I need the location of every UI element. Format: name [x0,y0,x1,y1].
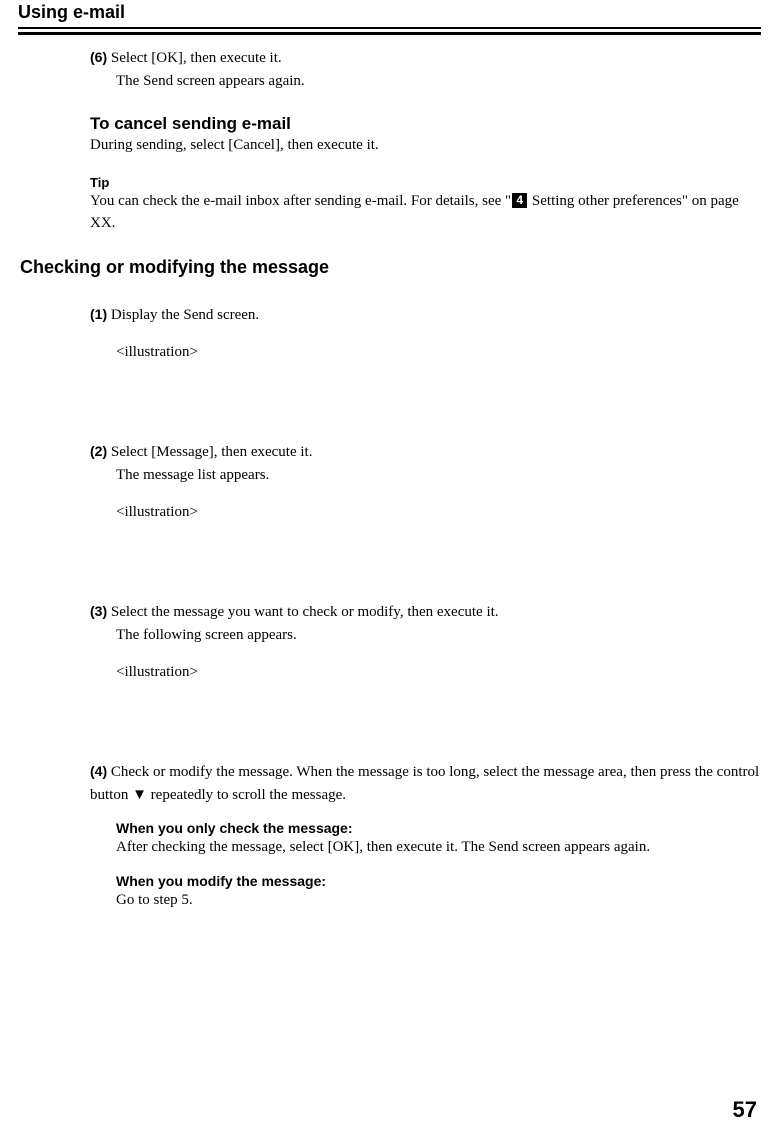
step-4-marker: (4) [90,763,107,779]
illustration-placeholder-1: <illustration> [116,344,761,361]
cancel-heading: To cancel sending e-mail [90,114,761,134]
step-2: (2) Select [Message], then execute it. T… [90,441,761,521]
step-2-sub: The message list appears. [116,464,761,487]
step-1-marker: (1) [90,306,107,322]
step-6: (6) Select [OK], then execute it. [90,47,761,70]
step-3-sub: The following screen appears. [116,624,761,647]
step-1-text: Display the Send screen. [111,307,259,323]
title-underline [18,27,761,35]
step-3: (3) Select the message you want to check… [90,601,761,681]
step-3-text: Select the message you want to check or … [111,604,499,620]
step-1: (1) Display the Send screen. <illustrati… [90,304,761,362]
step-6-marker: (6) [90,49,107,65]
page-title: Using e-mail [0,0,779,27]
section-heading: Checking or modifying the message [2,257,761,278]
tip-text: You can check the e-mail inbox after sen… [90,190,761,235]
illustration-placeholder-2: <illustration> [116,504,761,521]
page-number: 57 [733,1097,757,1123]
cancel-body: During sending, select [Cancel], then ex… [90,134,761,157]
step-4: (4) Check or modify the message. When th… [90,761,761,911]
step-2-marker: (2) [90,443,107,459]
illustration-placeholder-3: <illustration> [116,664,761,681]
modify-body: Go to step 5. [116,889,761,912]
check-body: After checking the message, select [OK],… [116,836,761,859]
step-2-text: Select [Message], then execute it. [111,444,313,460]
content-area: (6) Select [OK], then execute it. The Se… [0,35,779,911]
tip-label: Tip [90,175,761,190]
tip-text-before: You can check the e-mail inbox after sen… [90,193,511,209]
modify-heading: When you modify the message: [116,873,761,889]
step-3-marker: (3) [90,603,107,619]
number-badge-icon: 4 [512,193,527,208]
step-6-text: Select [OK], then execute it. [111,50,282,66]
step-4-text: Check or modify the message. When the me… [90,764,759,803]
step-6-sub: The Send screen appears again. [116,70,761,93]
check-heading: When you only check the message: [116,820,761,836]
